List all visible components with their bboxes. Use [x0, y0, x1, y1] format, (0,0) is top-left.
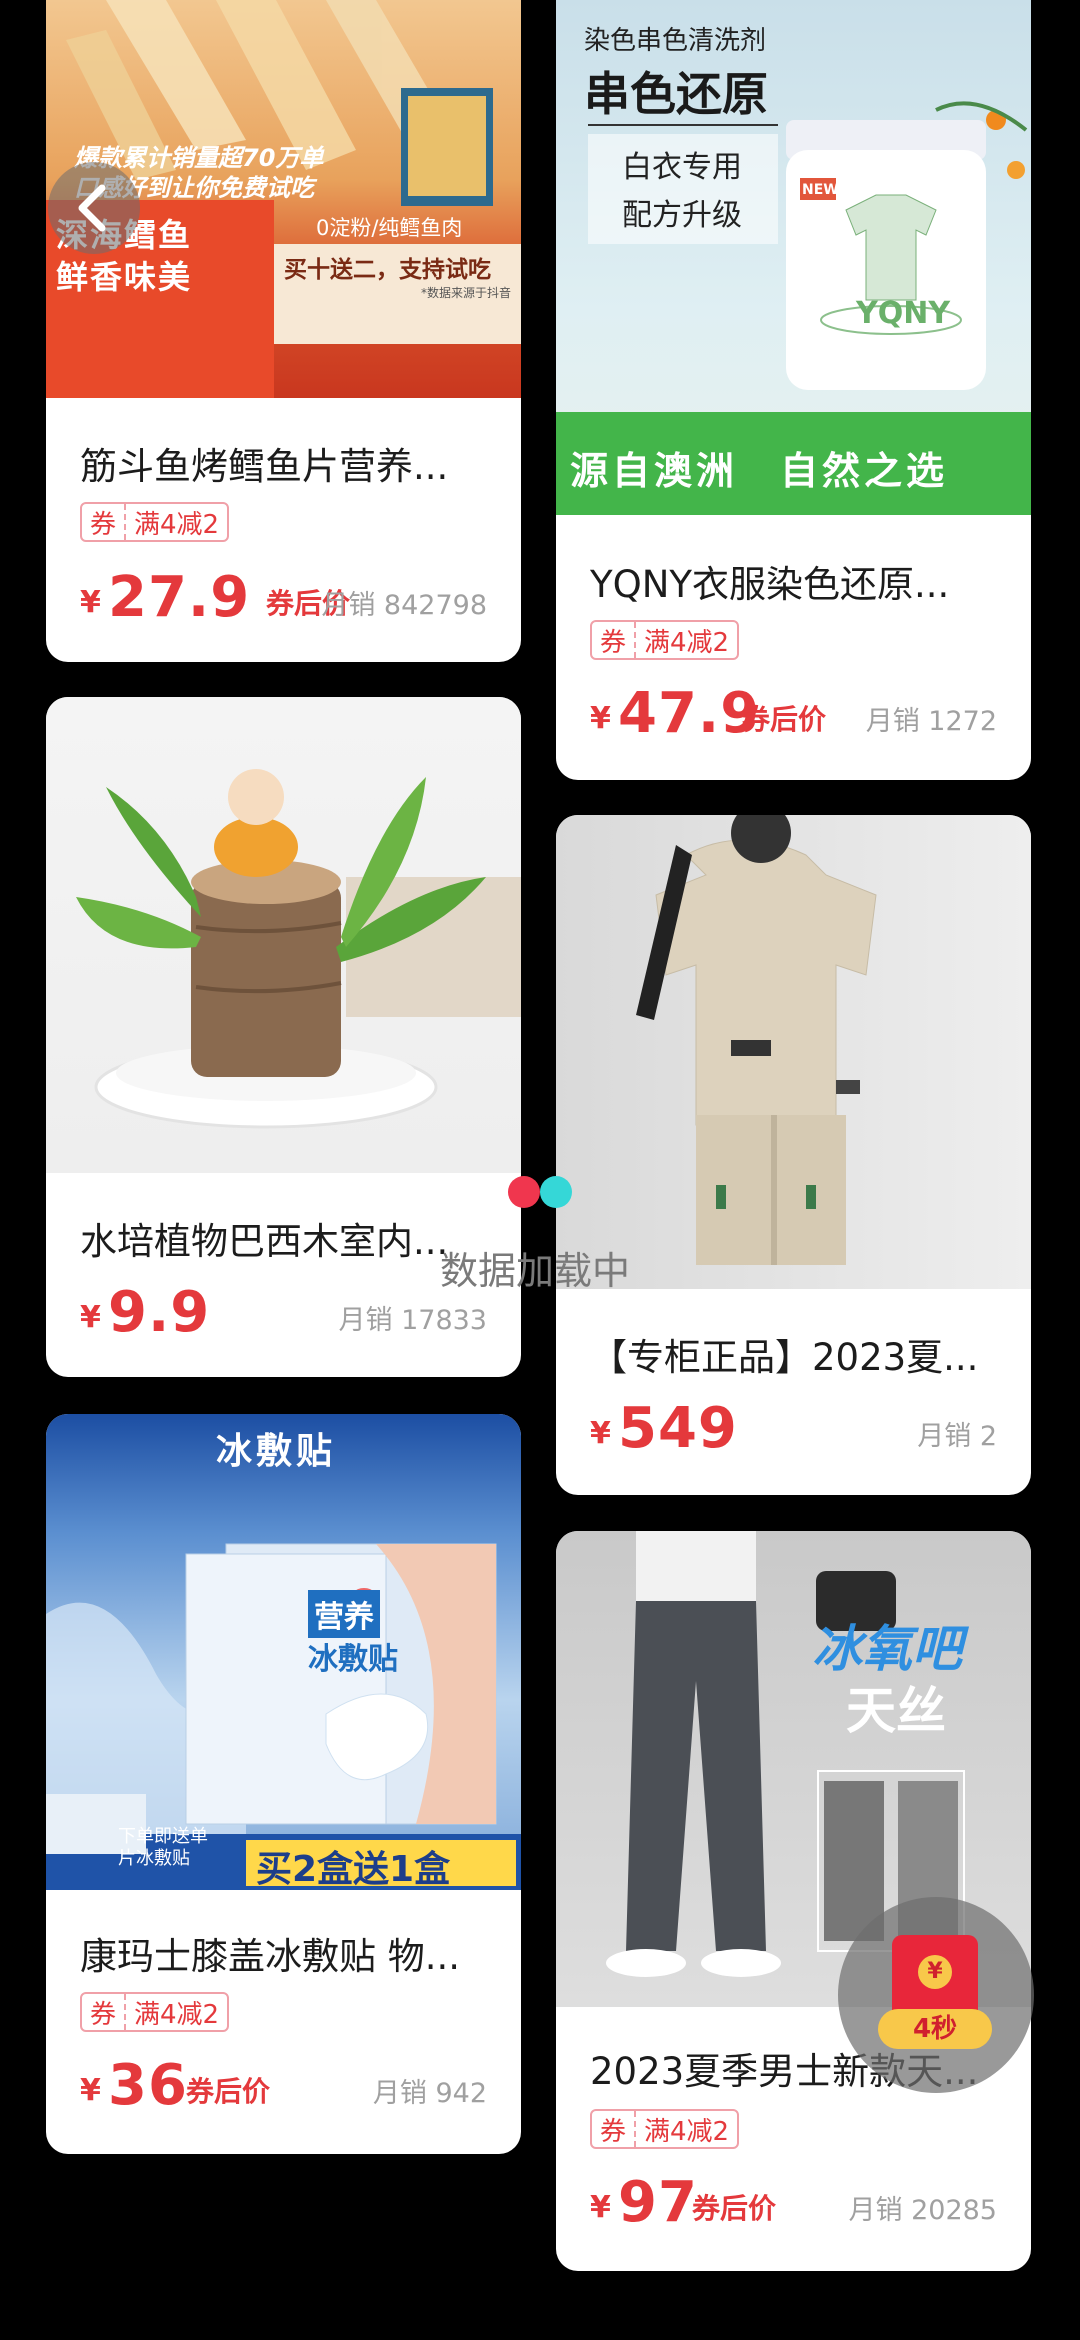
banner-line2: 天丝	[846, 1682, 946, 1740]
price-row: ¥ 36 券后价 月销 942	[80, 2048, 487, 2118]
banner-big: 串色还原	[584, 67, 768, 121]
currency-symbol: ¥	[590, 1416, 611, 1451]
price: 97	[618, 2170, 698, 2235]
after-coupon-label: 券后价	[742, 703, 827, 736]
product-image[interactable]: 染色串色清洗剂 串色还原 白衣专用 配方升级 YQNY NEW 源自澳洲 自然之…	[556, 0, 1031, 515]
brand-logo: YQNY	[856, 296, 951, 331]
banner-promo-text: 买十送二，支持试吃	[284, 257, 491, 283]
banner-top: 冰敷贴	[216, 1431, 337, 1472]
product-image[interactable]: 冰敷贴 营养 冰敷贴 下单即送单片冰敷贴 买2盒送1盒	[46, 1414, 521, 1890]
product-title: 康玛士膝盖冰敷贴 物...	[80, 1935, 461, 1978]
coupon-text: 满4减2	[644, 627, 730, 658]
after-coupon-label: 券后价	[186, 2075, 271, 2108]
currency-symbol: ¥	[80, 1300, 101, 1335]
product-image[interactable]	[46, 697, 521, 1173]
chevron-left-icon	[78, 184, 106, 232]
product-title: 筋斗鱼烤鳕鱼片营养...	[80, 445, 449, 488]
banner-sub: 0淀粉/纯鳕鱼肉	[316, 216, 463, 240]
monthly-sales: 月销 17833	[338, 1305, 487, 1336]
banner-promo: 买2盒送1盒	[256, 1849, 451, 1890]
price: 47.9	[618, 681, 761, 746]
banner-box1: 营养	[308, 1590, 380, 1638]
product-card[interactable]: 冰敷贴 营养 冰敷贴 下单即送单片冰敷贴 买2盒送1盒 康玛士膝盖冰敷贴 物..…	[46, 1414, 521, 2154]
loading-dot-red	[508, 1176, 540, 1208]
coupon-badge: 券 满4减2	[80, 502, 230, 542]
price-row: ¥ 27.9 券后价 月销 842798	[80, 560, 487, 630]
product-title: YQNY衣服染色还原...	[590, 563, 950, 606]
currency-symbol: ¥	[590, 701, 611, 736]
price-row: ¥ 549 月销 2	[590, 1391, 997, 1461]
currency-symbol: ¥	[80, 2073, 101, 2108]
banner-promo: 买十送二，支持试吃 *数据来源于抖音	[274, 244, 521, 344]
banner-small: 染色串色清洗剂	[584, 26, 767, 56]
coupon-tag: 券	[592, 2111, 637, 2147]
coupon-text: 满4减2	[644, 2116, 730, 2147]
price: 36	[108, 2053, 188, 2118]
red-packet-timer[interactable]: ¥ 4秒	[838, 1897, 1034, 2093]
coupon-text: 满4减2	[134, 509, 220, 540]
monthly-sales: 月销 20285	[848, 2195, 997, 2226]
loading-text: 数据加载中	[440, 1249, 631, 1293]
banner-box: 白衣专用 配方升级	[588, 134, 778, 244]
banner-line1: 白衣专用	[622, 150, 742, 185]
after-coupon-label: 券后价	[692, 2192, 777, 2225]
product-card[interactable]: 染色串色清洗剂 串色还原 白衣专用 配方升级 YQNY NEW 源自澳洲 自然之…	[556, 0, 1031, 780]
coupon-badge: 券 满4减2	[590, 2109, 740, 2149]
coupon-tag: 券	[592, 622, 637, 658]
banner-note: *数据来源于抖音	[420, 286, 511, 300]
coin-icon: ¥	[918, 1955, 952, 1989]
coupon-badge: 券 满4减2	[80, 1992, 230, 2032]
banner-tag2: 鲜香味美	[56, 258, 193, 296]
coupon-badge: 券 满4减2	[590, 620, 740, 660]
price: 549	[618, 1396, 738, 1461]
back-button[interactable]	[48, 162, 140, 254]
banner-bottom-strip: 源自澳洲 自然之选	[556, 412, 1031, 515]
coupon-tag: 券	[82, 1994, 127, 2030]
coupon-text: 满4减2	[134, 1999, 220, 2030]
price-row: ¥ 47.9 券后价 月销 1272	[590, 676, 997, 746]
product-title: 水培植物巴西木室内...	[80, 1220, 449, 1263]
product-card[interactable]: 【专柜正品】2023夏... ¥ 549 月销 2	[556, 815, 1031, 1495]
banner-divider	[588, 124, 778, 126]
price: 9.9	[108, 1280, 211, 1345]
product-title: 【专柜正品】2023夏...	[590, 1336, 979, 1379]
product-card[interactable]: 爆款累计销量超70万单 口感好到让你免费试吃 深海鳕鱼 鲜香味美 0淀粉/纯鳕鱼…	[46, 0, 521, 662]
monthly-sales: 月销 2	[917, 1421, 997, 1452]
banner-line2: 配方升级	[622, 198, 742, 233]
monthly-sales: 月销 842798	[321, 590, 487, 621]
timer-label: 4秒	[878, 2009, 992, 2049]
price-row: ¥ 97 券后价 月销 20285	[590, 2165, 997, 2235]
product-image[interactable]	[556, 815, 1031, 1289]
coupon-tag: 券	[82, 504, 127, 540]
currency-symbol: ¥	[590, 2190, 611, 2225]
monthly-sales: 月销 942	[372, 2078, 487, 2109]
loading-dot-cyan	[540, 1176, 572, 1208]
price-row: ¥ 9.9 月销 17833	[80, 1275, 487, 1345]
banner-free: 下单即送单片冰敷贴	[118, 1826, 208, 1869]
banner-bottom-text: 源自澳洲 自然之选	[570, 449, 949, 493]
banner-box2: 冰敷贴	[308, 1642, 398, 1677]
currency-symbol: ¥	[80, 585, 101, 620]
new-badge: NEW	[802, 182, 839, 198]
monthly-sales: 月销 1272	[865, 706, 997, 737]
price: 27.9	[108, 565, 251, 630]
